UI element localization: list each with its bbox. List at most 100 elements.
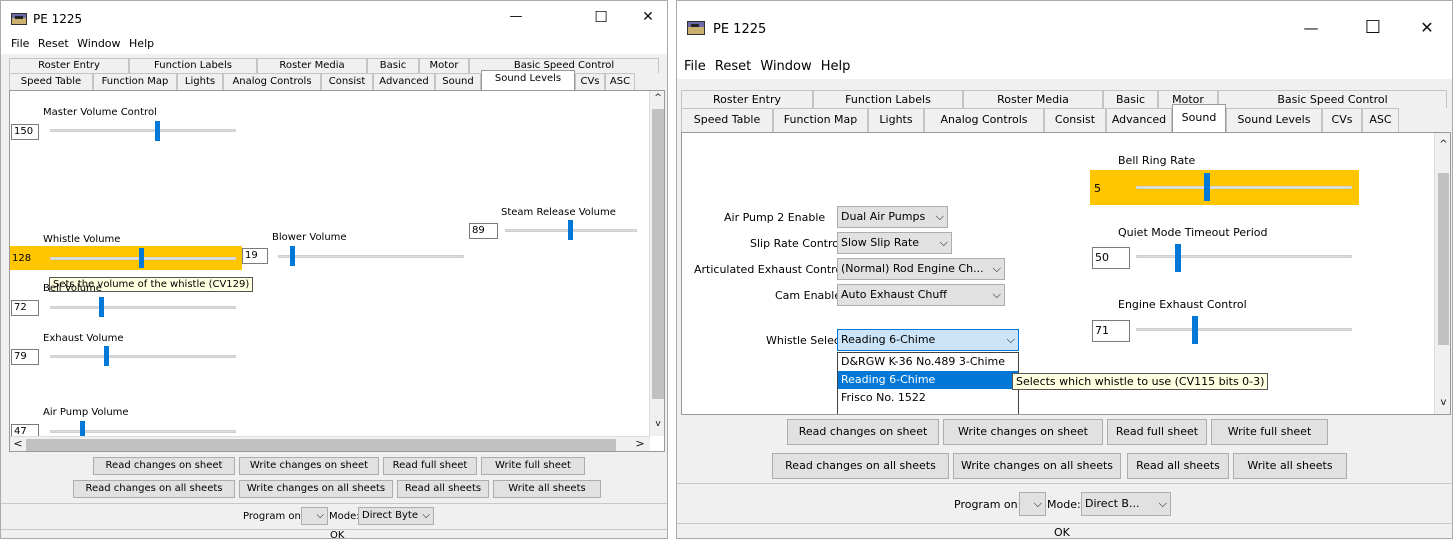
scroll-thumb[interactable] [1438,173,1449,345]
tab-speed-table[interactable]: Speed Table [681,108,773,132]
write-all-sheets-button[interactable]: Write all sheets [1233,453,1347,479]
tab-lights[interactable]: Lights [868,108,924,132]
tab-roster-entry[interactable]: Roster Entry [9,58,129,73]
cam-enable-select[interactable]: Auto Exhaust Chuff ⌵ [837,284,1005,306]
value-field[interactable]: 89 [469,223,498,239]
tab-roster-media[interactable]: Roster Media [963,90,1103,108]
tab-cvs[interactable]: CVs [1322,108,1362,132]
tab-sound[interactable]: Sound [435,73,481,90]
tab-function-labels[interactable]: Function Labels [813,90,963,108]
menu-help[interactable]: Help [129,37,154,50]
read-changes-on-all-sheets-button[interactable]: Read changes on all sheets [73,480,235,498]
tab-roster-media[interactable]: Roster Media [257,58,367,73]
tab-basic-speed-control[interactable]: Basic Speed Control [1218,90,1447,108]
read-full-sheet-button[interactable]: Read full sheet [383,457,477,475]
maximize-icon[interactable]: ☐ [586,8,616,26]
whistle-volume-slider-thumb[interactable] [139,248,144,268]
write-changes-on-all-sheets-button[interactable]: Write changes on all sheets [239,480,393,498]
read-full-sheet-button[interactable]: Read full sheet [1107,419,1207,445]
value-field[interactable]: 19 [242,248,268,264]
write-full-sheet-button[interactable]: Write full sheet [1211,419,1328,445]
minimize-icon[interactable]: — [1294,19,1328,37]
dropdown-option[interactable]: D&RGW K-36 No.489 3-Chime [838,353,1018,371]
menu-help[interactable]: Help [821,59,851,74]
air-pump-2-enable-select[interactable]: Dual Air Pumps ⌵ [837,206,948,228]
steam-release-slider-thumb[interactable] [568,220,573,240]
menu-window[interactable]: Window [760,59,811,74]
write-changes-on-sheet-button[interactable]: Write changes on sheet [239,457,379,475]
value-field[interactable]: 50 [1092,247,1130,269]
read-changes-on-sheet-button[interactable]: Read changes on sheet [93,457,235,475]
articulated-exhaust-control-select[interactable]: (Normal) Rod Engine Ch... ⌵ [837,258,1005,280]
write-full-sheet-button[interactable]: Write full sheet [481,457,585,475]
whistle-select[interactable]: Reading 6-Chime ⌵ [837,329,1019,351]
scroll-right-icon[interactable]: > [634,437,646,450]
value-field[interactable]: 150 [11,124,39,140]
tab-sound-levels[interactable]: Sound Levels [481,70,575,90]
value-field[interactable]: 72 [11,300,39,316]
dropdown-option[interactable]: Frisco No. 1522 [838,389,1018,407]
scroll-thumb[interactable] [652,109,664,399]
value-field[interactable]: 71 [1092,320,1130,342]
bell-ring-rate-slider-thumb[interactable] [1204,173,1210,201]
menu-file[interactable]: File [11,37,29,50]
scroll-down-icon[interactable]: v [650,419,664,429]
read-all-sheets-button[interactable]: Read all sheets [397,480,489,498]
value-field[interactable]: 5 [1094,182,1101,195]
value-field[interactable]: 79 [11,349,39,365]
scroll-up-icon[interactable]: ^ [650,93,664,103]
tab-basic[interactable]: Basic [1103,90,1158,108]
exhaust-volume-slider-thumb[interactable] [104,346,109,366]
tab-function-map[interactable]: Function Map [93,73,177,90]
close-icon[interactable]: ✕ [1410,18,1444,37]
scroll-left-icon[interactable]: < [12,437,24,450]
tab-analog-controls[interactable]: Analog Controls [223,73,321,90]
tab-consist[interactable]: Consist [1044,108,1106,132]
write-changes-on-all-sheets-button[interactable]: Write changes on all sheets [953,453,1121,479]
read-changes-on-all-sheets-button[interactable]: Read changes on all sheets [772,453,949,479]
tab-sound[interactable]: Sound [1172,104,1226,132]
close-icon[interactable]: ✕ [633,9,663,25]
write-all-sheets-button[interactable]: Write all sheets [493,480,601,498]
tab-advanced[interactable]: Advanced [373,73,435,90]
tab-basic[interactable]: Basic [367,58,419,73]
program-on-select[interactable]: ⌵ [1019,492,1046,516]
tab-advanced[interactable]: Advanced [1106,108,1172,132]
vertical-scrollbar[interactable]: ^ v [1434,133,1450,414]
scroll-up-icon[interactable]: ^ [1435,139,1450,150]
ok-button[interactable]: OK [1054,526,1070,538]
maximize-icon[interactable]: ☐ [1356,17,1390,38]
engine-exhaust-control-slider-thumb[interactable] [1192,316,1198,344]
quiet-mode-timeout-slider-thumb[interactable] [1175,244,1181,272]
tab-function-labels[interactable]: Function Labels [129,58,257,73]
mode-select[interactable]: Direct Byte ⌵ [358,507,434,525]
ok-button[interactable]: OK [330,530,344,538]
program-on-select[interactable]: ⌵ [301,507,328,525]
tab-analog-controls[interactable]: Analog Controls [924,108,1044,132]
minimize-icon[interactable]: — [501,9,531,24]
tab-asc[interactable]: ASC [605,73,635,90]
scroll-thumb[interactable] [26,439,616,451]
tab-speed-table[interactable]: Speed Table [9,73,93,90]
value-field[interactable]: 128 [12,253,31,264]
mode-select[interactable]: Direct B... ⌵ [1081,492,1171,516]
write-changes-on-sheet-button[interactable]: Write changes on sheet [943,419,1103,445]
horizontal-scrollbar[interactable]: < > [10,436,650,451]
read-all-sheets-button[interactable]: Read all sheets [1127,453,1229,479]
dropdown-option-selected[interactable]: Reading 6-Chime [838,371,1018,389]
tab-cvs[interactable]: CVs [575,73,605,90]
menu-file[interactable]: File [684,59,706,74]
tab-roster-entry[interactable]: Roster Entry [681,90,813,108]
tab-lights[interactable]: Lights [177,73,223,90]
read-changes-on-sheet-button[interactable]: Read changes on sheet [787,419,939,445]
tab-motor[interactable]: Motor [419,58,469,73]
tab-asc[interactable]: ASC [1362,108,1399,132]
master-volume-slider-thumb[interactable] [155,121,160,141]
blower-volume-slider-thumb[interactable] [290,246,295,266]
tab-function-map[interactable]: Function Map [773,108,868,132]
scroll-down-icon[interactable]: v [1435,397,1450,408]
tab-sound-levels[interactable]: Sound Levels [1226,108,1322,132]
bell-volume-slider-thumb[interactable] [99,297,104,317]
menu-reset[interactable]: Reset [715,59,751,74]
menu-reset[interactable]: Reset [38,37,69,50]
